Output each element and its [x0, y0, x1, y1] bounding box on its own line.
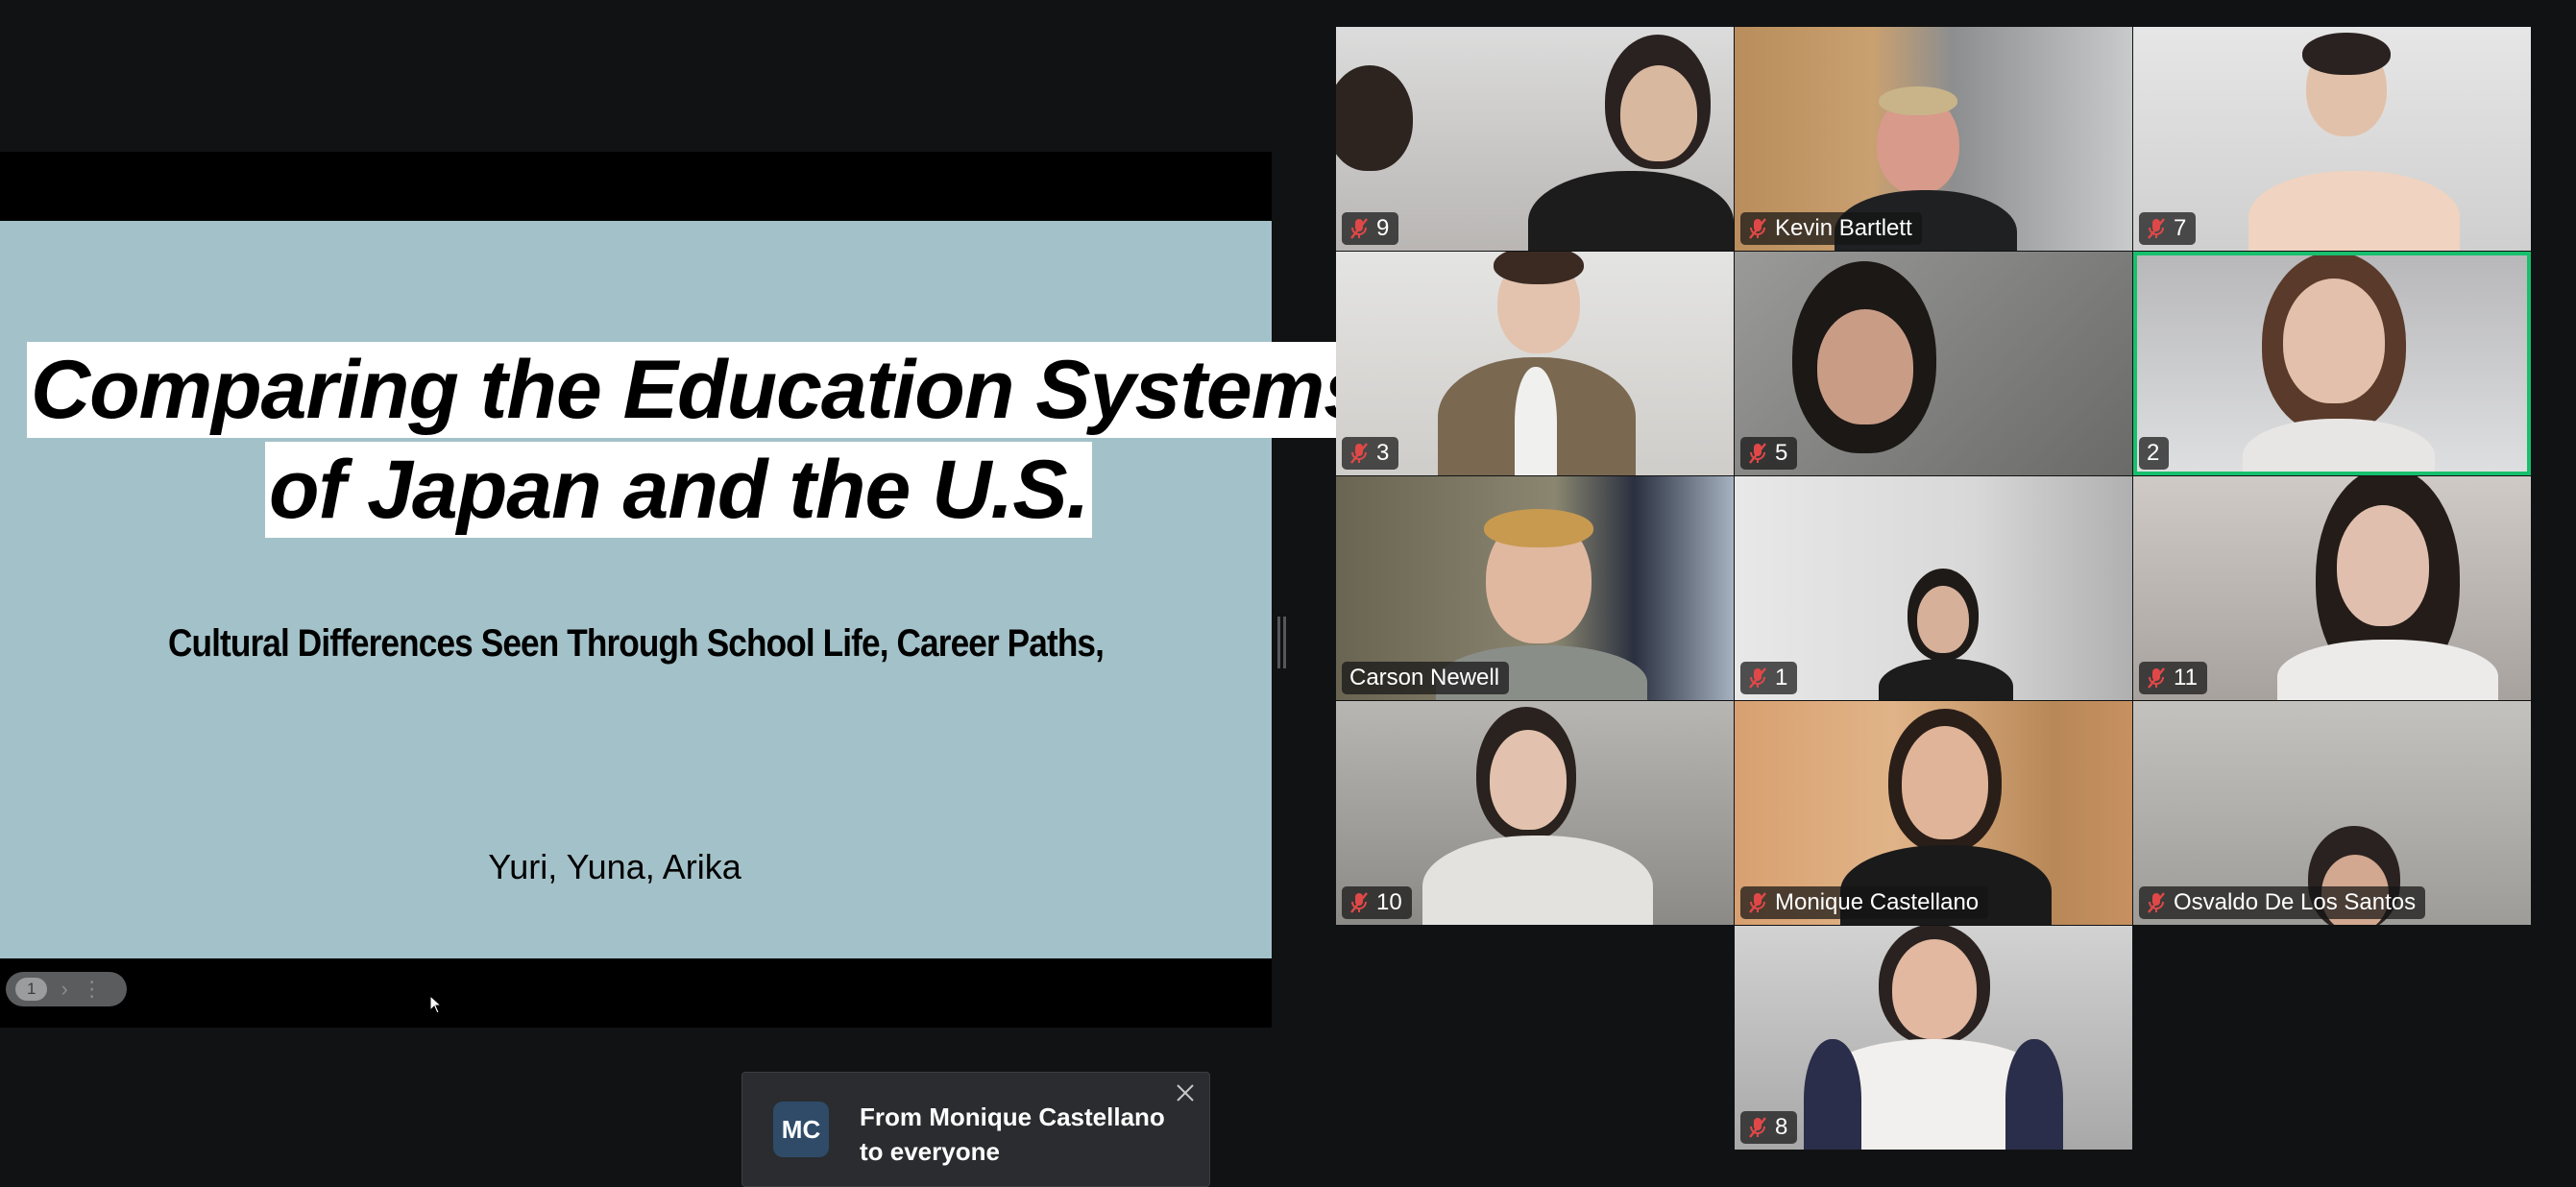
participant-name-tag: 1: [1740, 662, 1798, 694]
slide-authors: Yuri, Yuna, Arika: [488, 847, 741, 886]
participant-name: 1: [1775, 665, 1788, 690]
video-tile[interactable]: Kevin Bartlett: [1735, 27, 2132, 251]
participant-name: Carson Newell: [1349, 665, 1500, 690]
microphone-muted-icon: [1350, 443, 1368, 464]
participant-name: 8: [1775, 1114, 1788, 1140]
participant-name-tag: Osvaldo De Los Santos: [2139, 886, 2426, 919]
participant-name: Osvaldo De Los Santos: [2174, 889, 2417, 915]
video-tile[interactable]: 3: [1336, 252, 1734, 475]
chat-message-notification[interactable]: MC From Monique Castellano to everyone: [741, 1072, 1210, 1187]
slide-subtitle: Cultural Differences Seen Through School…: [167, 622, 1105, 665]
participant-name-tag: Monique Castellano: [1740, 886, 1989, 919]
participant-name-tag: 11: [2139, 662, 2207, 694]
participant-name-tag: 10: [1342, 886, 1412, 919]
participant-name-tag: 8: [1740, 1111, 1798, 1144]
participant-name: 10: [1376, 889, 1402, 915]
close-icon[interactable]: [1175, 1082, 1196, 1103]
page-number-indicator[interactable]: 1: [15, 978, 48, 1001]
avatar: MC: [773, 1102, 829, 1157]
participant-name: 11: [2174, 665, 2198, 690]
chat-notification-text: From Monique Castellano to everyone: [860, 1102, 1165, 1166]
microphone-muted-icon: [1350, 218, 1368, 239]
microphone-muted-icon: [2148, 667, 2165, 689]
video-tile[interactable]: Monique Castellano: [1735, 701, 2132, 925]
video-tile[interactable]: 7: [2133, 27, 2531, 251]
video-tile[interactable]: 8: [1735, 926, 2132, 1150]
participant-name-tag: 2: [2139, 437, 2170, 470]
microphone-muted-icon: [2148, 892, 2165, 913]
video-tile[interactable]: 11: [2133, 476, 2531, 700]
shared-screen: Comparing the Education Systems of Japan…: [0, 152, 1373, 1028]
presentation-slide: Comparing the Education Systems of Japan…: [0, 221, 1373, 958]
video-tile-active-speaker[interactable]: 2: [2133, 252, 2531, 475]
video-tile[interactable]: 5: [1735, 252, 2132, 475]
participant-name: 5: [1775, 440, 1788, 466]
participant-name-tag: 7: [2139, 212, 2197, 245]
participant-name-tag: 3: [1342, 437, 1399, 470]
slide-title-line-1: Comparing the Education Systems: [27, 342, 1373, 438]
mouse-cursor-icon: [429, 995, 443, 1014]
participant-name: Monique Castellano: [1775, 889, 1980, 915]
microphone-muted-icon: [1749, 1117, 1766, 1138]
video-tile[interactable]: Carson Newell: [1336, 476, 1734, 700]
participant-name-tag: 5: [1740, 437, 1798, 470]
video-tile[interactable]: 1: [1735, 476, 2132, 700]
microphone-muted-icon: [1749, 892, 1766, 913]
participant-name: 7: [2174, 215, 2187, 241]
participant-name: 9: [1376, 215, 1390, 241]
participant-name: Kevin Bartlett: [1775, 215, 1912, 241]
participant-name: 3: [1376, 440, 1390, 466]
panel-splitter-handle[interactable]: [1277, 617, 1287, 668]
participant-name-tag: Kevin Bartlett: [1740, 212, 1922, 245]
slide-title-line-2: of Japan and the U.S.: [265, 442, 1093, 538]
video-tile[interactable]: 10: [1336, 701, 1734, 925]
more-vertical-icon[interactable]: ⋮: [82, 979, 103, 1000]
slide-navigation-toolbar[interactable]: 1 › ⋮: [6, 972, 127, 1006]
microphone-muted-icon: [1749, 443, 1766, 464]
video-tile[interactable]: Osvaldo De Los Santos: [2133, 701, 2531, 925]
participant-name-tag: 9: [1342, 212, 1399, 245]
microphone-muted-icon: [2148, 218, 2165, 239]
microphone-muted-icon: [1749, 218, 1766, 239]
video-tile[interactable]: 9: [1336, 27, 1734, 251]
participant-name: 2: [2147, 440, 2160, 466]
microphone-muted-icon: [1350, 892, 1368, 913]
chevron-right-icon[interactable]: ›: [61, 979, 67, 1000]
participant-name-tag: Carson Newell: [1342, 662, 1510, 694]
microphone-muted-icon: [1749, 667, 1766, 689]
